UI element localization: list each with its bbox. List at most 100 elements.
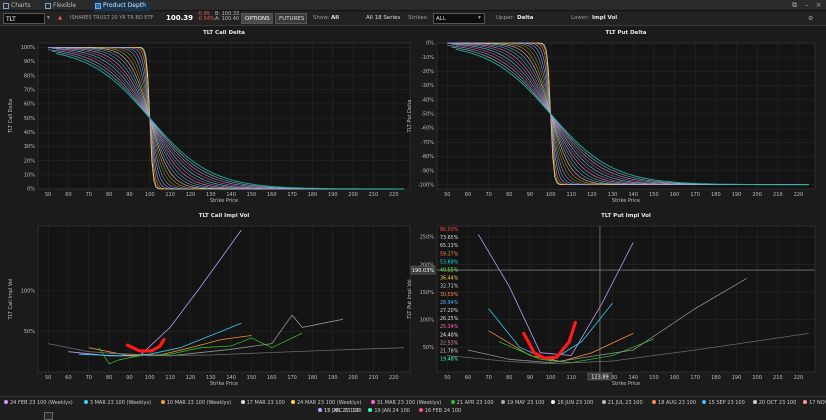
x-tick-label: 170 bbox=[690, 375, 700, 381]
x-tick-label: 120 bbox=[587, 192, 597, 198]
settings-icon[interactable]: ⚙ bbox=[808, 13, 813, 24]
x-tick-label: 190 bbox=[328, 375, 338, 381]
x-tick-label: 50 bbox=[45, 192, 51, 198]
close-icon[interactable]: × bbox=[814, 1, 823, 10]
x-tick-label: 170 bbox=[690, 192, 700, 198]
legend-item[interactable]: 18 AUG 23 100 bbox=[652, 399, 696, 407]
symbol-input[interactable]: TLT bbox=[3, 13, 45, 24]
lower-value[interactable]: Impl Vol bbox=[592, 15, 617, 21]
x-tick-label: 200 bbox=[752, 375, 762, 381]
legend-swatch bbox=[702, 400, 707, 404]
x-tick-label: 190 bbox=[732, 375, 742, 381]
vol-readout-value: 22.53% bbox=[440, 340, 459, 346]
vol-readout-value: 25.34% bbox=[440, 324, 459, 330]
x-tick-label: 170 bbox=[287, 192, 297, 198]
y-tick-label: 100% bbox=[21, 289, 36, 295]
x-tick-label: 90 bbox=[527, 375, 533, 381]
legend-item[interactable]: 21 JUL 23 100 bbox=[601, 399, 643, 407]
legend-item[interactable]: 24 MAR 23 100 (Weeklys) bbox=[290, 399, 362, 407]
legend-label: 21 JUL 23 100 bbox=[607, 400, 643, 406]
alert-icon[interactable]: ▲ bbox=[58, 13, 62, 24]
x-tick-label: 110 bbox=[165, 192, 175, 198]
y-axis-label: TLT Put Impl Vol bbox=[407, 279, 413, 319]
minimize-icon[interactable]: – bbox=[802, 1, 811, 10]
y-tick-label: 100% bbox=[21, 45, 36, 51]
strikes-dropdown-icon[interactable]: ▾ bbox=[478, 13, 481, 24]
vol-readout-value: 36.44% bbox=[440, 276, 459, 282]
legend-item[interactable]: 16 FEB 24 100 bbox=[418, 407, 462, 415]
x-tick-label: 160 bbox=[670, 375, 680, 381]
legend-item[interactable]: 16 JUN 23 100 bbox=[551, 399, 593, 407]
show-value[interactable]: All bbox=[331, 15, 339, 21]
link-icon[interactable]: ⧉ bbox=[790, 1, 799, 10]
vol-readout-value: 30.59% bbox=[440, 292, 459, 298]
upper-value[interactable]: Delta bbox=[517, 15, 534, 21]
legend-item[interactable]: 17 JAN 25 100 bbox=[318, 407, 360, 415]
legend-item[interactable]: 15 SEP 23 100 bbox=[702, 399, 745, 407]
options-button[interactable]: OPTIONS bbox=[241, 13, 273, 24]
vol-readout-value: 24.40% bbox=[440, 332, 459, 338]
legend-label: 20 OCT 23 100 bbox=[758, 400, 797, 406]
legend-label: 24 FEB 23 100 (Weeklys) bbox=[10, 400, 73, 406]
legend-label: 19 JAN 24 100 bbox=[374, 408, 410, 414]
charts-canvas[interactable]: TLT Call Delta50 60 70 80 90 100 110 120 130 140 1… bbox=[0, 27, 826, 396]
x-tick-label: 90 bbox=[126, 192, 132, 198]
x-tick-label: 60 bbox=[65, 192, 71, 198]
x-tick-label: 210 bbox=[369, 192, 379, 198]
legend-item[interactable]: 21 APR 23 100 bbox=[450, 399, 494, 407]
symbol-dropdown-icon[interactable]: ▾ bbox=[47, 13, 50, 24]
y-tick-label: -70% bbox=[421, 140, 434, 146]
x-tick-label: 100 bbox=[145, 192, 155, 198]
x-tick-label: 150 bbox=[247, 192, 257, 198]
series-select[interactable]: All 18 Series bbox=[366, 13, 400, 24]
tab-product-depth[interactable]: Product Depth bbox=[94, 1, 150, 11]
x-tick-label: 210 bbox=[773, 375, 783, 381]
futures-button[interactable]: FUTURES bbox=[275, 13, 307, 24]
x-tick-label: 200 bbox=[752, 192, 762, 198]
legend-label: 24 MAR 23 100 (Weeklys) bbox=[296, 400, 362, 406]
x-axis-label: Strike Price bbox=[612, 198, 640, 204]
legend-toggle-icon[interactable] bbox=[44, 412, 53, 420]
x-tick-label: 70 bbox=[86, 375, 92, 381]
legend-label: 16 FEB 24 100 bbox=[424, 408, 462, 414]
x-tick-label: 80 bbox=[506, 375, 512, 381]
legend-item[interactable]: 24 FEB 23 100 (Weeklys) bbox=[4, 399, 73, 407]
vol-readout-value: 65.13% bbox=[440, 243, 459, 249]
tab-flexible-grid[interactable]: Flexible Grid bbox=[44, 1, 90, 19]
legend-item[interactable]: 31 MAR 23 100 (Weeklys) bbox=[370, 399, 441, 407]
y-axis-label: TLT Call Delta bbox=[8, 99, 14, 134]
depth-icon bbox=[95, 3, 101, 9]
vol-readout-value: 27.20% bbox=[440, 308, 459, 314]
legend-swatch bbox=[290, 400, 295, 404]
x-tick-label: 210 bbox=[369, 375, 379, 381]
chart-panel-2: TLT Put Delta50 60 70 80 90 100 110 120 130 140 15… bbox=[407, 30, 816, 204]
plot-frame bbox=[436, 42, 816, 190]
x-tick-label: 220 bbox=[389, 192, 399, 198]
chart-title: TLT Call Impl Vol bbox=[199, 213, 250, 219]
x-tick-label: 100 bbox=[546, 192, 556, 198]
tab-charts[interactable]: Charts bbox=[2, 1, 40, 11]
x-tick-label: 80 bbox=[106, 192, 112, 198]
legend-swatch bbox=[4, 400, 8, 404]
vol-readout-value: 73.65% bbox=[440, 235, 459, 241]
legend-item[interactable]: 20 OCT 23 100 bbox=[752, 399, 797, 407]
x-tick-label: 190 bbox=[328, 192, 338, 198]
legend-item[interactable]: 10 MAR 23 100 (Weeklys) bbox=[160, 399, 231, 407]
y-tick-label: 0% bbox=[426, 41, 434, 47]
y-tick-label: -10% bbox=[421, 55, 434, 61]
legend-item[interactable]: 19 JAN 24 100 bbox=[368, 407, 410, 415]
crosshair-strike-label: 123.89 bbox=[591, 375, 609, 381]
legend-item[interactable]: 3 MAR 23 100 (Weeklys) bbox=[83, 399, 151, 407]
x-tick-label: 220 bbox=[794, 192, 804, 198]
x-tick-label: 100 bbox=[145, 375, 155, 381]
x-axis-label: Strike Price bbox=[210, 198, 238, 204]
x-tick-label: 100 bbox=[546, 375, 556, 381]
legend-item[interactable]: 17 NOV 23 100 bbox=[803, 399, 826, 407]
legend-swatch bbox=[501, 400, 505, 404]
legend-item[interactable]: 17 MAR 23 100 bbox=[240, 399, 285, 407]
chart-title: TLT Put Delta bbox=[605, 30, 646, 36]
chart-panel-4: TLT Put Impl Vol506070809010011012013014… bbox=[407, 213, 816, 387]
legend-item[interactable]: 19 MAY 23 100 bbox=[501, 399, 544, 407]
tab-bar: Charts Flexible Grid Product Depth ⧉ – × bbox=[0, 0, 826, 19]
y-tick-label: 90% bbox=[24, 59, 35, 65]
